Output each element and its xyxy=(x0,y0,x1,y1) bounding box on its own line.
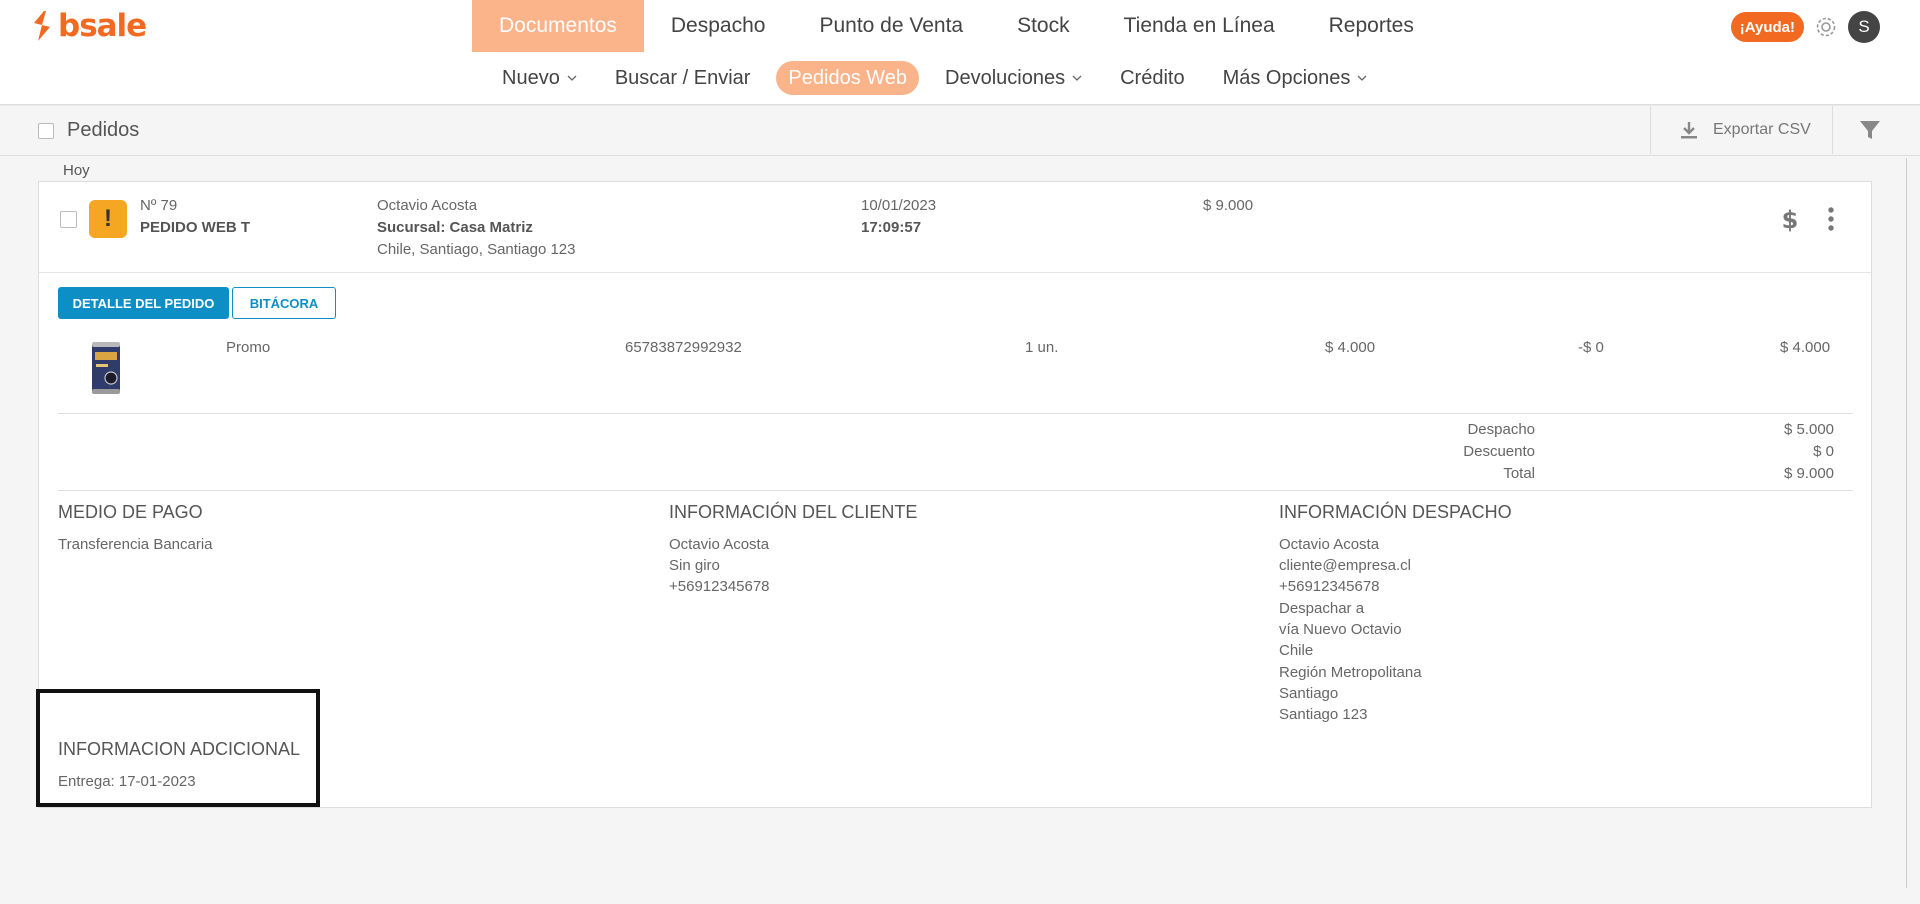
export-csv-label: Exportar CSV xyxy=(1713,121,1811,138)
shipping-info-line: vía Nuevo Octavio xyxy=(1279,621,1402,638)
sub-nav-buscar-enviar[interactable]: Buscar / Enviar xyxy=(603,61,763,95)
download-icon xyxy=(1681,122,1697,139)
header-actions: ¡Ayuda! S xyxy=(1730,11,1880,43)
shipping-info-line: cliente@empresa.cl xyxy=(1279,557,1411,574)
discount-value: $ 0 xyxy=(1813,443,1834,460)
payment-method: Transferencia Bancaria xyxy=(58,536,213,553)
discount-label: Descuento xyxy=(1463,443,1535,460)
chevron-down-icon xyxy=(1072,75,1082,81)
top-header: bsale Documentos Despacho Punto de Venta… xyxy=(0,0,1920,54)
sub-nav-nuevo[interactable]: Nuevo xyxy=(490,61,589,95)
help-button[interactable]: ¡Ayuda! xyxy=(1730,12,1804,42)
user-avatar[interactable]: S xyxy=(1848,11,1880,43)
svg-text:$: $ xyxy=(1782,206,1798,234)
chevron-down-icon xyxy=(1357,75,1367,81)
item-name: Promo xyxy=(226,339,271,356)
order-date: 10/01/2023 xyxy=(861,197,937,214)
item-code: 65783872992932 xyxy=(625,339,742,356)
shipping-info-line: Santiago xyxy=(1279,685,1339,702)
warning-icon: ! xyxy=(89,200,127,238)
divider xyxy=(58,413,1853,414)
order-branch: Sucursal: Casa Matriz xyxy=(377,219,533,236)
scrollbar-track[interactable] xyxy=(1906,158,1907,888)
shipping-info-line: Despachar a xyxy=(1279,600,1365,617)
sub-nav-devoluciones[interactable]: Devoluciones xyxy=(933,61,1094,95)
main-nav-tienda-en-linea[interactable]: Tienda en Línea xyxy=(1097,0,1302,52)
main-nav-despacho[interactable]: Despacho xyxy=(644,0,793,52)
item-price: $ 4.000 xyxy=(1325,339,1376,356)
chevron-down-icon xyxy=(567,75,577,81)
brand-name: bsale xyxy=(58,8,147,44)
main-nav-punto-de-venta[interactable]: Punto de Venta xyxy=(792,0,990,52)
order-checkbox[interactable] xyxy=(60,211,77,228)
client-info-line: Sin giro xyxy=(669,557,720,574)
sub-nav-label: Devoluciones xyxy=(945,66,1066,89)
order-number: Nº 79 xyxy=(140,197,178,214)
item-total: $ 4.000 xyxy=(1780,339,1831,356)
more-vertical-icon[interactable] xyxy=(1827,206,1835,232)
item-quantity: 1 un. xyxy=(1025,339,1059,356)
sub-nav-bar: Nuevo Buscar / Enviar Pedidos Web Devolu… xyxy=(0,52,1920,105)
divider xyxy=(58,490,1853,491)
shipping-info-line: Octavio Acosta xyxy=(1279,536,1380,553)
list-toolbar: Pedidos Exportar CSV xyxy=(0,106,1920,156)
order-type: PEDIDO WEB T xyxy=(140,219,251,236)
gear-icon xyxy=(1816,17,1836,37)
client-info-line: +56912345678 xyxy=(669,578,770,595)
shipping-label: Despacho xyxy=(1467,421,1535,438)
date-group-label: Hoy xyxy=(63,162,90,179)
export-csv-button[interactable]: Exportar CSV xyxy=(1650,106,1833,154)
sub-nav-label: Nuevo xyxy=(502,66,560,89)
order-address: Chile, Santiago, Santiago 123 xyxy=(377,241,576,258)
total-label: Total xyxy=(1503,465,1535,482)
sub-nav-label: Más Opciones xyxy=(1222,66,1351,89)
bsale-logo-icon xyxy=(34,11,50,41)
tab-log[interactable]: BITÁCORA xyxy=(232,287,336,319)
highlight-box xyxy=(36,689,320,807)
brand-logo[interactable]: bsale xyxy=(30,8,147,44)
dollar-icon[interactable]: $ xyxy=(1782,206,1798,234)
order-amount: $ 9.000 xyxy=(1203,197,1254,214)
shipping-info-title: INFORMACIÓN DESPACHO xyxy=(1279,502,1512,522)
sub-nav: Nuevo Buscar / Enviar Pedidos Web Devolu… xyxy=(490,61,1393,95)
sub-nav-credito[interactable]: Crédito xyxy=(1108,61,1196,95)
client-info-title: INFORMACIÓN DEL CLIENTE xyxy=(669,502,918,522)
main-nav-stock[interactable]: Stock xyxy=(990,0,1097,52)
main-nav-reportes[interactable]: Reportes xyxy=(1302,0,1441,52)
sub-nav-pedidos-web[interactable]: Pedidos Web xyxy=(776,61,920,95)
client-info-line: Octavio Acosta xyxy=(669,536,770,553)
shipping-info-line: Región Metropolitana xyxy=(1279,664,1422,681)
main-nav: Documentos Despacho Punto de Venta Stock… xyxy=(472,0,1441,54)
select-all-checkbox[interactable] xyxy=(38,123,54,139)
order-time: 17:09:57 xyxy=(861,219,922,236)
order-customer: Octavio Acosta xyxy=(377,197,478,214)
settings-button[interactable] xyxy=(1812,13,1840,41)
shipping-info-line: Chile xyxy=(1279,642,1314,659)
sub-nav-mas-opciones[interactable]: Más Opciones xyxy=(1211,61,1380,95)
order-row[interactable]: ! Nº 79 PEDIDO WEB T Octavio Acosta Sucu… xyxy=(39,182,1871,273)
payment-title: MEDIO DE PAGO xyxy=(58,502,203,522)
product-thumbnail xyxy=(92,342,120,394)
shipping-info-line: +56912345678 xyxy=(1279,578,1380,595)
tab-order-detail[interactable]: DETALLE DEL PEDIDO xyxy=(58,287,229,319)
total-value: $ 9.000 xyxy=(1783,465,1834,482)
filter-icon[interactable] xyxy=(1858,118,1882,142)
shipping-value: $ 5.000 xyxy=(1783,421,1834,438)
shipping-info-line: Santiago 123 xyxy=(1279,706,1368,723)
main-nav-documentos[interactable]: Documentos xyxy=(472,0,644,52)
page-title: Pedidos xyxy=(67,119,140,141)
item-discount: -$ 0 xyxy=(1578,339,1604,356)
